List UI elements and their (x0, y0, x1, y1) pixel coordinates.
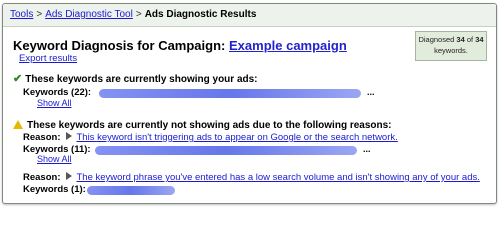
reason-row-2: Reason: The keyword phrase you've entered… (23, 172, 480, 183)
diagnosed-count: 34 (456, 35, 465, 44)
export-results-link[interactable]: Export results (19, 53, 77, 64)
redacted-keywords (99, 89, 361, 98)
reason-row-1: Reason: This keyword isn't triggering ads… (23, 132, 398, 143)
breadcrumb-current: Ads Diagnostic Results (144, 9, 257, 20)
checkmark-icon: ✔ (13, 73, 23, 85)
page-title-prefix: Keyword Diagnosis for Campaign: (13, 38, 226, 53)
redacted-keywords (87, 186, 175, 195)
redacted-keywords (95, 146, 357, 155)
showing-heading-text: These keywords are currently showing you… (25, 74, 258, 85)
reason-2-keywords-label: Keywords (1): (23, 184, 86, 195)
reason-1-ellipsis: ... (363, 144, 371, 154)
warning-icon (13, 120, 23, 129)
reason-1-show-all-link[interactable]: Show All (37, 154, 72, 164)
showing-ellipsis: ... (367, 87, 375, 97)
page-title: Keyword Diagnosis for Campaign: Example … (13, 38, 347, 53)
showing-show-all-link[interactable]: Show All (37, 98, 72, 108)
showing-keywords-label: Keywords (22): (23, 87, 92, 98)
expand-arrow-icon[interactable] (66, 132, 73, 140)
breadcrumb-tools-link[interactable]: Tools (10, 9, 33, 20)
diagnosed-suffix: keywords. (434, 46, 468, 55)
showing-heading: ✔ These keywords are currently showing yo… (13, 72, 258, 85)
diagnosed-summary-box: Diagnosed 34 of 34 keywords. (415, 31, 487, 61)
expand-arrow-icon[interactable] (66, 172, 73, 180)
total-count: 34 (475, 35, 484, 44)
diagnosed-of: of (466, 35, 474, 44)
reason-1-link[interactable]: This keyword isn't triggering ads to app… (76, 132, 397, 143)
reason-2-link[interactable]: The keyword phrase you've entered has a … (76, 172, 479, 183)
breadcrumb-separator: > (36, 9, 43, 20)
breadcrumb-diagnostic-tool-link[interactable]: Ads Diagnostic Tool (45, 9, 133, 20)
reason-label: Reason: (23, 132, 61, 143)
campaign-link[interactable]: Example campaign (229, 38, 347, 53)
diagnosed-prefix: Diagnosed (418, 35, 455, 44)
not-showing-heading-text: These keywords are currently not showing… (27, 120, 392, 131)
results-panel: Tools > Ads Diagnostic Tool > Ads Diagnostic… (2, 3, 497, 204)
breadcrumb-separator: > (135, 9, 142, 20)
reason-label: Reason: (23, 172, 61, 183)
breadcrumb: Tools > Ads Diagnostic Tool > Ads Diagnostic… (3, 4, 496, 27)
not-showing-heading: These keywords are currently not showing… (13, 119, 392, 131)
